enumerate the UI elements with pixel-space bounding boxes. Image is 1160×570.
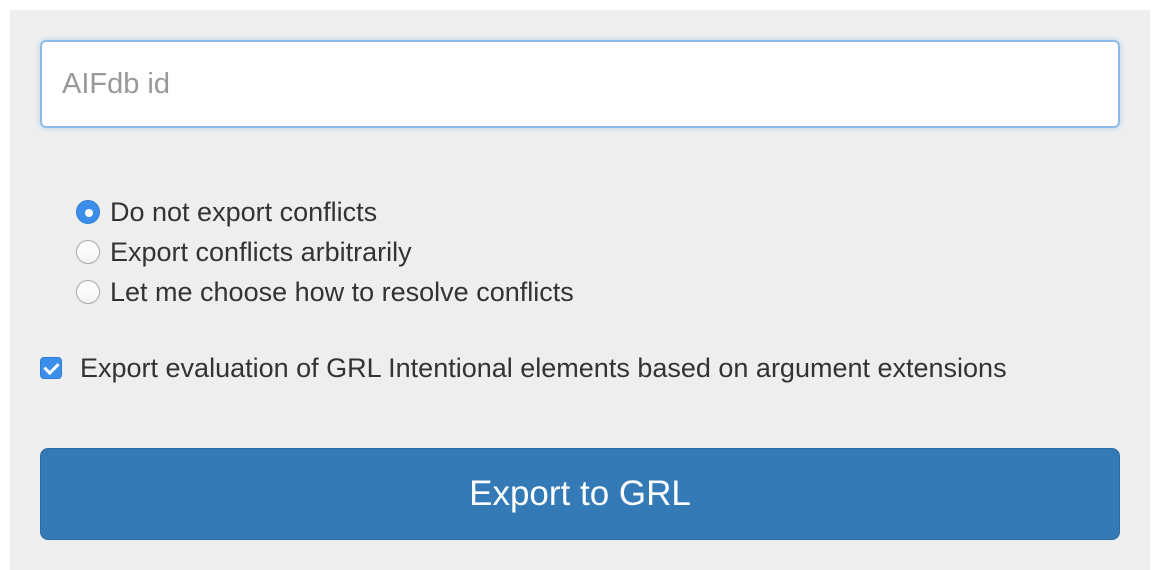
export-evaluation-checkbox[interactable]	[40, 357, 62, 379]
radio-option-do-not-export-conflicts[interactable]: Do not export conflicts	[76, 192, 574, 232]
aifdb-id-input[interactable]	[40, 40, 1120, 128]
radio-button[interactable]	[76, 240, 100, 264]
conflict-options-radio-group: Do not export conflicts Export conflicts…	[76, 192, 574, 312]
radio-label: Do not export conflicts	[110, 196, 378, 227]
export-form-panel: Do not export conflicts Export conflicts…	[10, 10, 1150, 570]
radio-option-choose-conflict-resolution[interactable]: Let me choose how to resolve conflicts	[76, 272, 574, 312]
export-evaluation-label: Export evaluation of GRL Intentional ele…	[80, 352, 1007, 383]
export-evaluation-option[interactable]: Export evaluation of GRL Intentional ele…	[40, 348, 1007, 388]
radio-button-selected[interactable]	[76, 200, 100, 224]
radio-option-export-conflicts-arbitrarily[interactable]: Export conflicts arbitrarily	[76, 232, 574, 272]
radio-button[interactable]	[76, 280, 100, 304]
radio-label: Export conflicts arbitrarily	[110, 236, 412, 267]
radio-label: Let me choose how to resolve conflicts	[110, 276, 574, 307]
export-to-grl-button[interactable]: Export to GRL	[40, 448, 1120, 540]
